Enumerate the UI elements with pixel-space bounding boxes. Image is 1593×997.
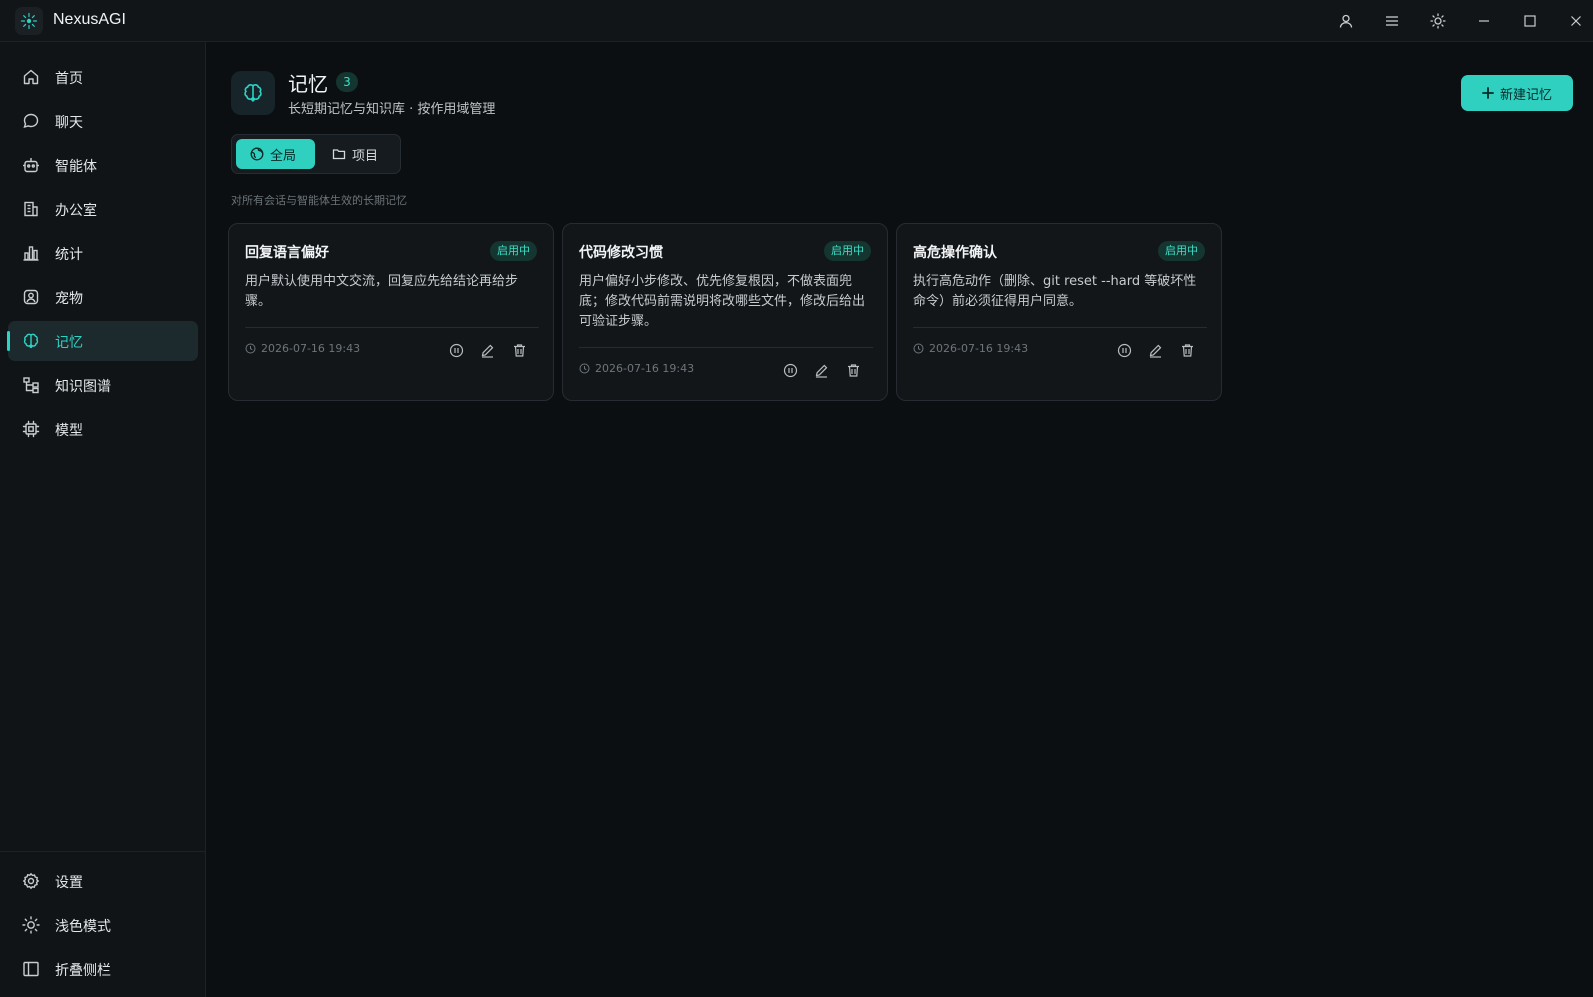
robot-icon: [23, 158, 39, 173]
sidebar-item-chat[interactable]: 聊天: [8, 101, 198, 141]
card-divider: [579, 347, 873, 348]
clock-icon: [579, 363, 590, 374]
sidebar-item-label: 设置: [55, 875, 83, 891]
app-logo-icon: [15, 7, 43, 35]
sidebar-item-agents[interactable]: 智能体: [8, 145, 198, 185]
chip-icon: [22, 420, 40, 438]
sidebar-item-office[interactable]: 办公室: [8, 189, 198, 229]
maximize-icon[interactable]: [1518, 9, 1542, 33]
pause-icon[interactable]: [445, 339, 467, 361]
sidebar-item-models[interactable]: 模型: [8, 409, 198, 449]
home-icon: [23, 69, 39, 85]
pause-icon[interactable]: [1113, 339, 1135, 361]
clock-icon: [913, 343, 924, 354]
sidebar-item-home[interactable]: 首页: [8, 57, 198, 97]
sidebar-item-knowledge-graph[interactable]: 知识图谱: [8, 365, 198, 405]
delete-icon[interactable]: [842, 359, 864, 381]
status-badge: 启用中: [490, 241, 537, 261]
delete-icon[interactable]: [1176, 339, 1198, 361]
sidebar-collapse-icon: [23, 961, 39, 977]
close-icon[interactable]: [1564, 9, 1588, 33]
memory-card[interactable]: 代码修改习惯 启用中 用户偏好小步修改、优先修复根因，不做表面兜底；修改代码前需…: [562, 223, 888, 401]
scope-switch: 全局 项目: [231, 134, 401, 174]
card-divider: [913, 327, 1207, 328]
edit-icon[interactable]: [1144, 339, 1166, 361]
title-bar: NexusAGI: [0, 0, 1593, 42]
new-memory-button[interactable]: 新建记忆: [1461, 75, 1573, 111]
card-time-text: 2026-07-16 19:43: [595, 362, 695, 375]
main-content: 记忆 3 长短期记忆与知识库 · 按作用域管理 新建记忆 全局 项目 对所有会话…: [207, 43, 1593, 997]
brain-icon: [23, 333, 39, 349]
tab-global[interactable]: 全局: [236, 139, 315, 169]
gear-icon: [22, 872, 40, 890]
tab-label: 项目: [352, 148, 379, 164]
status-badge: 启用中: [1158, 241, 1205, 261]
card-timestamp: 2026-07-16 19:43: [579, 362, 694, 375]
memory-card[interactable]: 回复语言偏好 启用中 用户默认使用中文交流，回复应先给结论再给步骤。 2026-…: [228, 223, 554, 401]
sidebar-item-collapse[interactable]: 折叠侧栏: [8, 949, 198, 989]
card-timestamp: 2026-07-16 19:43: [245, 342, 360, 355]
page-subtitle: 长短期记忆与知识库 · 按作用域管理: [288, 102, 496, 117]
tab-label: 全局: [270, 148, 297, 164]
card-title: 高危操作确认: [913, 245, 997, 261]
sidebar-item-label: 浅色模式: [55, 919, 111, 935]
card-body: 执行高危动作（删除、git reset --hard 等破坏性命令）前必须征得用…: [913, 274, 1197, 309]
sidebar-item-label: 统计: [55, 247, 83, 263]
card-time-text: 2026-07-16 19:43: [929, 342, 1029, 355]
sidebar-item-label: 宠物: [55, 291, 83, 307]
sidebar-item-light-mode[interactable]: 浅色模式: [8, 905, 198, 945]
sidebar-item-pet[interactable]: 宠物: [8, 277, 198, 317]
sun-icon: [22, 916, 40, 934]
sidebar-item-label: 知识图谱: [55, 379, 111, 395]
tree-icon: [23, 377, 39, 394]
memory-card[interactable]: 高危操作确认 启用中 执行高危动作（删除、git reset --hard 等破…: [896, 223, 1222, 401]
edit-icon[interactable]: [810, 359, 832, 381]
sidebar-item-label: 记忆: [55, 335, 83, 351]
pet-icon: [23, 289, 39, 305]
status-badge: 启用中: [824, 241, 871, 261]
card-body: 用户偏好小步修改、优先修复根因，不做表面兜底；修改代码前需说明将改哪些文件，修改…: [579, 274, 866, 329]
card-timestamp: 2026-07-16 19:43: [913, 342, 1028, 355]
chat-icon: [23, 113, 39, 129]
pause-icon[interactable]: [779, 359, 801, 381]
card-title: 回复语言偏好: [245, 245, 329, 261]
folder-icon: [332, 149, 346, 160]
sidebar-item-label: 办公室: [55, 203, 97, 219]
user-icon[interactable]: [1334, 9, 1358, 33]
plus-icon: [1482, 87, 1494, 99]
bar-chart-icon: [23, 246, 39, 261]
tab-project[interactable]: 项目: [318, 139, 398, 169]
sidebar-item-settings[interactable]: 设置: [8, 861, 198, 901]
delete-icon[interactable]: [508, 339, 530, 361]
menu-icon[interactable]: [1380, 9, 1404, 33]
sidebar-item-label: 首页: [55, 71, 83, 87]
card-body: 用户默认使用中文交流，回复应先给结论再给步骤。: [245, 274, 519, 309]
minimize-icon[interactable]: [1472, 9, 1496, 33]
sidebar-item-stats[interactable]: 统计: [8, 233, 198, 273]
count-badge: 3: [336, 72, 358, 92]
edit-icon[interactable]: [476, 339, 498, 361]
building-icon: [24, 201, 38, 217]
sidebar-divider: [0, 851, 206, 852]
page-title: 记忆: [288, 72, 328, 96]
card-title: 代码修改习惯: [579, 245, 663, 261]
card-divider: [245, 327, 539, 328]
new-memory-label: 新建记忆: [1499, 87, 1552, 103]
theme-sun-icon[interactable]: [1426, 9, 1450, 33]
scope-description: 对所有会话与智能体生效的长期记忆: [231, 194, 407, 207]
sidebar-item-label: 智能体: [55, 159, 97, 175]
sidebar: 首页 聊天 智能体 办公室 统计 宠物 记忆 知识图谱 模型 设置 浅色模式 折…: [0, 42, 206, 997]
sidebar-item-memory[interactable]: 记忆: [7, 321, 198, 361]
brain-icon: [231, 71, 275, 115]
sidebar-item-label: 聊天: [55, 115, 83, 131]
sidebar-item-label: 模型: [55, 423, 83, 439]
sidebar-item-label: 折叠侧栏: [55, 963, 111, 979]
card-time-text: 2026-07-16 19:43: [261, 342, 361, 355]
app-name: NexusAGI: [53, 11, 126, 28]
globe-icon: [250, 147, 264, 161]
clock-icon: [245, 343, 256, 354]
